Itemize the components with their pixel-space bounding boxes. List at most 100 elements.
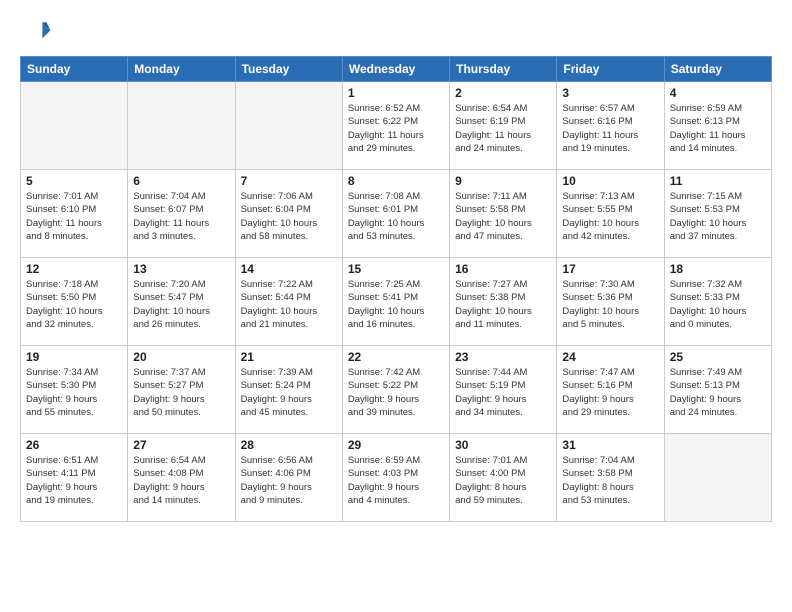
calendar-cell: 23 Sunrise: 7:44 AM Sunset: 5:19 PM Dayli… bbox=[450, 346, 557, 434]
calendar-cell: 24 Sunrise: 7:47 AM Sunset: 5:16 PM Dayli… bbox=[557, 346, 664, 434]
logo bbox=[20, 16, 56, 48]
calendar-cell: 6 Sunrise: 7:04 AM Sunset: 6:07 PM Daylig… bbox=[128, 170, 235, 258]
day-info: Sunrise: 7:01 AM Sunset: 4:00 PM Dayligh… bbox=[455, 454, 551, 507]
calendar-cell: 27 Sunrise: 6:54 AM Sunset: 4:08 PM Dayli… bbox=[128, 434, 235, 522]
calendar-cell: 22 Sunrise: 7:42 AM Sunset: 5:22 PM Dayli… bbox=[342, 346, 449, 434]
day-info: Sunrise: 7:08 AM Sunset: 6:01 PM Dayligh… bbox=[348, 190, 444, 243]
col-header-saturday: Saturday bbox=[664, 57, 771, 82]
day-info: Sunrise: 7:49 AM Sunset: 5:13 PM Dayligh… bbox=[670, 366, 766, 419]
calendar-cell: 8 Sunrise: 7:08 AM Sunset: 6:01 PM Daylig… bbox=[342, 170, 449, 258]
col-header-tuesday: Tuesday bbox=[235, 57, 342, 82]
calendar-week-2: 12 Sunrise: 7:18 AM Sunset: 5:50 PM Dayli… bbox=[21, 258, 772, 346]
day-number: 12 bbox=[26, 262, 122, 276]
day-number: 4 bbox=[670, 86, 766, 100]
calendar-cell: 9 Sunrise: 7:11 AM Sunset: 5:58 PM Daylig… bbox=[450, 170, 557, 258]
day-info: Sunrise: 7:18 AM Sunset: 5:50 PM Dayligh… bbox=[26, 278, 122, 331]
day-info: Sunrise: 6:52 AM Sunset: 6:22 PM Dayligh… bbox=[348, 102, 444, 155]
day-number: 30 bbox=[455, 438, 551, 452]
day-info: Sunrise: 7:44 AM Sunset: 5:19 PM Dayligh… bbox=[455, 366, 551, 419]
calendar-week-4: 26 Sunrise: 6:51 AM Sunset: 4:11 PM Dayli… bbox=[21, 434, 772, 522]
calendar-cell: 31 Sunrise: 7:04 AM Sunset: 3:58 PM Dayli… bbox=[557, 434, 664, 522]
calendar-cell: 5 Sunrise: 7:01 AM Sunset: 6:10 PM Daylig… bbox=[21, 170, 128, 258]
day-info: Sunrise: 7:13 AM Sunset: 5:55 PM Dayligh… bbox=[562, 190, 658, 243]
calendar-week-3: 19Sunrise: 7:34 AM Sunset: 5:30 PM Dayli… bbox=[21, 346, 772, 434]
day-number: 21 bbox=[241, 350, 337, 364]
calendar-cell: 26 Sunrise: 6:51 AM Sunset: 4:11 PM Dayli… bbox=[21, 434, 128, 522]
day-info: Sunrise: 7:11 AM Sunset: 5:58 PM Dayligh… bbox=[455, 190, 551, 243]
header bbox=[20, 16, 772, 48]
calendar-week-0: 1 Sunrise: 6:52 AM Sunset: 6:22 PM Daylig… bbox=[21, 82, 772, 170]
day-info: Sunrise: 7:04 AM Sunset: 6:07 PM Dayligh… bbox=[133, 190, 229, 243]
day-info: Sunrise: 7:20 AM Sunset: 5:47 PM Dayligh… bbox=[133, 278, 229, 331]
day-number: 25 bbox=[670, 350, 766, 364]
calendar-cell bbox=[128, 82, 235, 170]
calendar-week-1: 5 Sunrise: 7:01 AM Sunset: 6:10 PM Daylig… bbox=[21, 170, 772, 258]
day-info: Sunrise: 7:47 AM Sunset: 5:16 PM Dayligh… bbox=[562, 366, 658, 419]
calendar-cell bbox=[235, 82, 342, 170]
calendar-cell: 2 Sunrise: 6:54 AM Sunset: 6:19 PM Daylig… bbox=[450, 82, 557, 170]
day-number: 27 bbox=[133, 438, 229, 452]
calendar-cell: 19Sunrise: 7:34 AM Sunset: 5:30 PM Dayli… bbox=[21, 346, 128, 434]
day-info: Sunrise: 6:57 AM Sunset: 6:16 PM Dayligh… bbox=[562, 102, 658, 155]
calendar-cell: 12 Sunrise: 7:18 AM Sunset: 5:50 PM Dayli… bbox=[21, 258, 128, 346]
day-info: Sunrise: 7:25 AM Sunset: 5:41 PM Dayligh… bbox=[348, 278, 444, 331]
calendar-cell: 14 Sunrise: 7:22 AM Sunset: 5:44 PM Dayli… bbox=[235, 258, 342, 346]
day-number: 9 bbox=[455, 174, 551, 188]
calendar-cell: 20Sunrise: 7:37 AM Sunset: 5:27 PM Dayli… bbox=[128, 346, 235, 434]
day-info: Sunrise: 6:59 AM Sunset: 6:13 PM Dayligh… bbox=[670, 102, 766, 155]
day-info: Sunrise: 7:22 AM Sunset: 5:44 PM Dayligh… bbox=[241, 278, 337, 331]
day-number: 20 bbox=[133, 350, 229, 364]
day-info: Sunrise: 7:34 AM Sunset: 5:30 PM Dayligh… bbox=[26, 366, 122, 419]
day-info: Sunrise: 6:54 AM Sunset: 4:08 PM Dayligh… bbox=[133, 454, 229, 507]
day-info: Sunrise: 7:42 AM Sunset: 5:22 PM Dayligh… bbox=[348, 366, 444, 419]
day-number: 5 bbox=[26, 174, 122, 188]
day-info: Sunrise: 7:32 AM Sunset: 5:33 PM Dayligh… bbox=[670, 278, 766, 331]
day-info: Sunrise: 6:51 AM Sunset: 4:11 PM Dayligh… bbox=[26, 454, 122, 507]
day-number: 23 bbox=[455, 350, 551, 364]
calendar-cell: 3 Sunrise: 6:57 AM Sunset: 6:16 PM Daylig… bbox=[557, 82, 664, 170]
day-number: 31 bbox=[562, 438, 658, 452]
col-header-friday: Friday bbox=[557, 57, 664, 82]
calendar-cell: 25 Sunrise: 7:49 AM Sunset: 5:13 PM Dayli… bbox=[664, 346, 771, 434]
day-info: Sunrise: 6:54 AM Sunset: 6:19 PM Dayligh… bbox=[455, 102, 551, 155]
calendar-cell: 16Sunrise: 7:27 AM Sunset: 5:38 PM Dayli… bbox=[450, 258, 557, 346]
calendar-cell: 21 Sunrise: 7:39 AM Sunset: 5:24 PM Dayli… bbox=[235, 346, 342, 434]
day-info: Sunrise: 7:27 AM Sunset: 5:38 PM Dayligh… bbox=[455, 278, 551, 331]
logo-icon bbox=[20, 16, 52, 48]
day-number: 3 bbox=[562, 86, 658, 100]
day-info: Sunrise: 6:59 AM Sunset: 4:03 PM Dayligh… bbox=[348, 454, 444, 507]
day-number: 1 bbox=[348, 86, 444, 100]
day-info: Sunrise: 7:39 AM Sunset: 5:24 PM Dayligh… bbox=[241, 366, 337, 419]
day-info: Sunrise: 7:04 AM Sunset: 3:58 PM Dayligh… bbox=[562, 454, 658, 507]
col-header-sunday: Sunday bbox=[21, 57, 128, 82]
calendar-cell: 17Sunrise: 7:30 AM Sunset: 5:36 PM Dayli… bbox=[557, 258, 664, 346]
calendar-cell: 7Sunrise: 7:06 AM Sunset: 6:04 PM Daylig… bbox=[235, 170, 342, 258]
day-number: 7 bbox=[241, 174, 337, 188]
day-number: 15 bbox=[348, 262, 444, 276]
page: SundayMondayTuesdayWednesdayThursdayFrid… bbox=[0, 0, 792, 612]
day-info: Sunrise: 7:01 AM Sunset: 6:10 PM Dayligh… bbox=[26, 190, 122, 243]
col-header-thursday: Thursday bbox=[450, 57, 557, 82]
calendar-header-row: SundayMondayTuesdayWednesdayThursdayFrid… bbox=[21, 57, 772, 82]
day-number: 26 bbox=[26, 438, 122, 452]
day-number: 22 bbox=[348, 350, 444, 364]
day-number: 13 bbox=[133, 262, 229, 276]
calendar-cell: 10Sunrise: 7:13 AM Sunset: 5:55 PM Dayli… bbox=[557, 170, 664, 258]
day-number: 24 bbox=[562, 350, 658, 364]
calendar-cell: 18Sunrise: 7:32 AM Sunset: 5:33 PM Dayli… bbox=[664, 258, 771, 346]
day-info: Sunrise: 7:15 AM Sunset: 5:53 PM Dayligh… bbox=[670, 190, 766, 243]
calendar-cell: 28Sunrise: 6:56 AM Sunset: 4:06 PM Dayli… bbox=[235, 434, 342, 522]
day-number: 8 bbox=[348, 174, 444, 188]
calendar-cell bbox=[21, 82, 128, 170]
col-header-monday: Monday bbox=[128, 57, 235, 82]
calendar-cell: 29 Sunrise: 6:59 AM Sunset: 4:03 PM Dayli… bbox=[342, 434, 449, 522]
day-number: 29 bbox=[348, 438, 444, 452]
day-number: 6 bbox=[133, 174, 229, 188]
day-number: 14 bbox=[241, 262, 337, 276]
calendar-cell: 15 Sunrise: 7:25 AM Sunset: 5:41 PM Dayli… bbox=[342, 258, 449, 346]
day-number: 11 bbox=[670, 174, 766, 188]
calendar-cell bbox=[664, 434, 771, 522]
day-info: Sunrise: 7:30 AM Sunset: 5:36 PM Dayligh… bbox=[562, 278, 658, 331]
calendar-cell: 4 Sunrise: 6:59 AM Sunset: 6:13 PM Daylig… bbox=[664, 82, 771, 170]
day-number: 2 bbox=[455, 86, 551, 100]
